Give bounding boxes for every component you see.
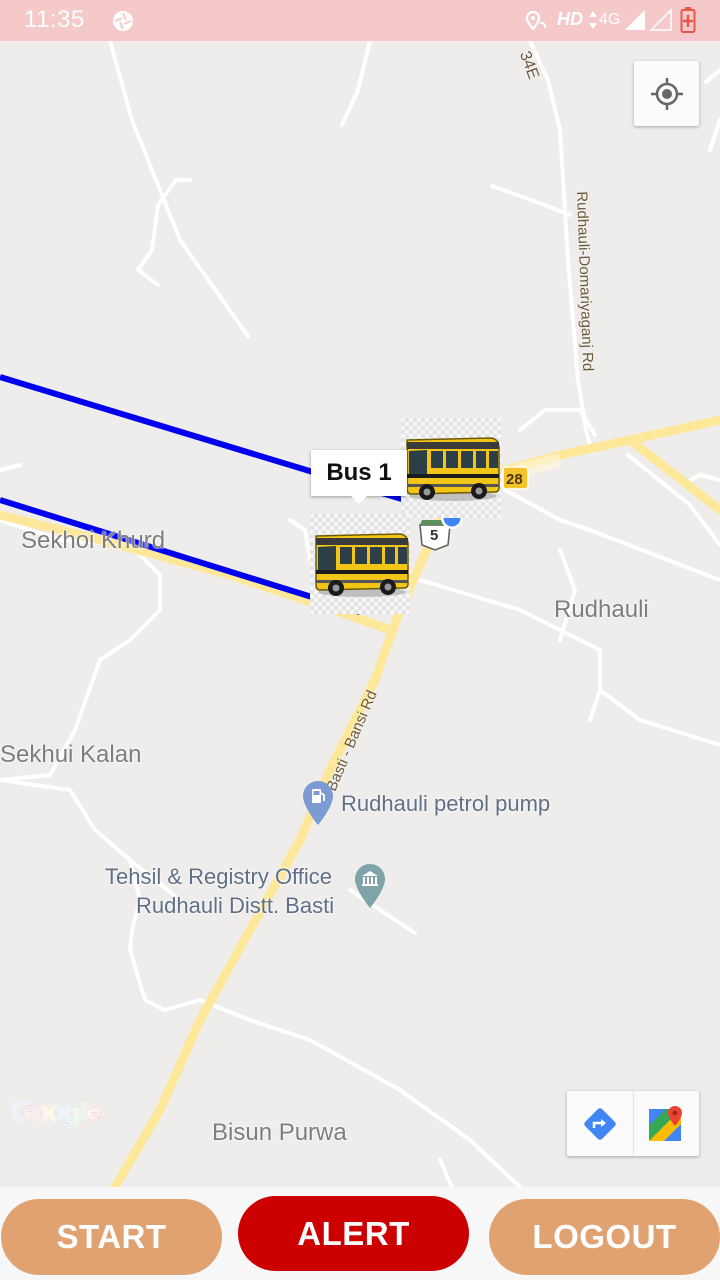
school-bus-icon	[406, 437, 500, 501]
data-arrows-icon	[589, 11, 597, 29]
network-hd-label: HD	[557, 9, 583, 29]
battery-charging-icon	[680, 7, 696, 33]
bus-marker-2[interactable]	[310, 514, 410, 614]
status-bar: 11:35 HD 4G	[0, 0, 720, 41]
poi-label-tehsil-line1: Tehsil & Registry Office	[105, 864, 333, 889]
my-location-button[interactable]	[634, 61, 699, 126]
status-time: 11:35	[24, 6, 85, 33]
crosshair-location-icon	[650, 77, 683, 110]
google-logo-text: Google	[11, 1096, 102, 1128]
location-signal-icon	[525, 10, 547, 31]
directions-button[interactable]	[567, 1091, 633, 1156]
open-google-maps-button[interactable]	[632, 1091, 700, 1156]
fuel-pin-icon[interactable]	[302, 780, 334, 826]
logout-button-label: LOGOUT	[532, 1218, 677, 1255]
place-label-sekhoi-khurd: Sekhoi Khurd	[21, 527, 166, 554]
google-maps-icon	[649, 1105, 683, 1141]
logout-button[interactable]: LOGOUT	[489, 1199, 720, 1275]
poi-label-tehsil-line2: Rudhauli Distt. Basti	[136, 893, 335, 918]
directions-icon	[584, 1107, 616, 1140]
start-button[interactable]: START	[1, 1199, 222, 1275]
route-5-shield-label: 5	[430, 527, 439, 544]
map-view[interactable]: 28 5 34E Rudhauli-Domariyaganj Rd Basti …	[0, 41, 720, 1187]
google-logo: Google	[11, 1096, 102, 1129]
bus-info-window[interactable]: Bus 1	[311, 450, 407, 504]
route-28-shield-label: 28	[506, 471, 523, 488]
start-button-label: START	[56, 1218, 167, 1255]
alert-button[interactable]: ALERT	[238, 1196, 469, 1271]
info-window-title: Bus 1	[326, 459, 392, 486]
school-bus-icon	[315, 533, 409, 597]
network-type-label: 4G	[599, 11, 621, 28]
signal-empty-icon	[650, 8, 672, 31]
poi-label-petrol-pump: Rudhauli petrol pump	[341, 791, 551, 816]
place-label-bisun-purwa: Bisun Purwa	[212, 1119, 347, 1146]
signal-strength-icon	[625, 10, 645, 30]
government-building-pin-icon[interactable]	[354, 863, 386, 909]
camera-aperture-icon	[113, 11, 133, 31]
map-toolbar	[567, 1091, 699, 1156]
place-label-sekhui-kalan: Sekhui Kalan	[0, 741, 142, 768]
alert-button-label: ALERT	[297, 1214, 410, 1252]
bus-marker-1[interactable]	[401, 418, 501, 518]
place-label-rudhauli: Rudhauli	[554, 596, 649, 623]
